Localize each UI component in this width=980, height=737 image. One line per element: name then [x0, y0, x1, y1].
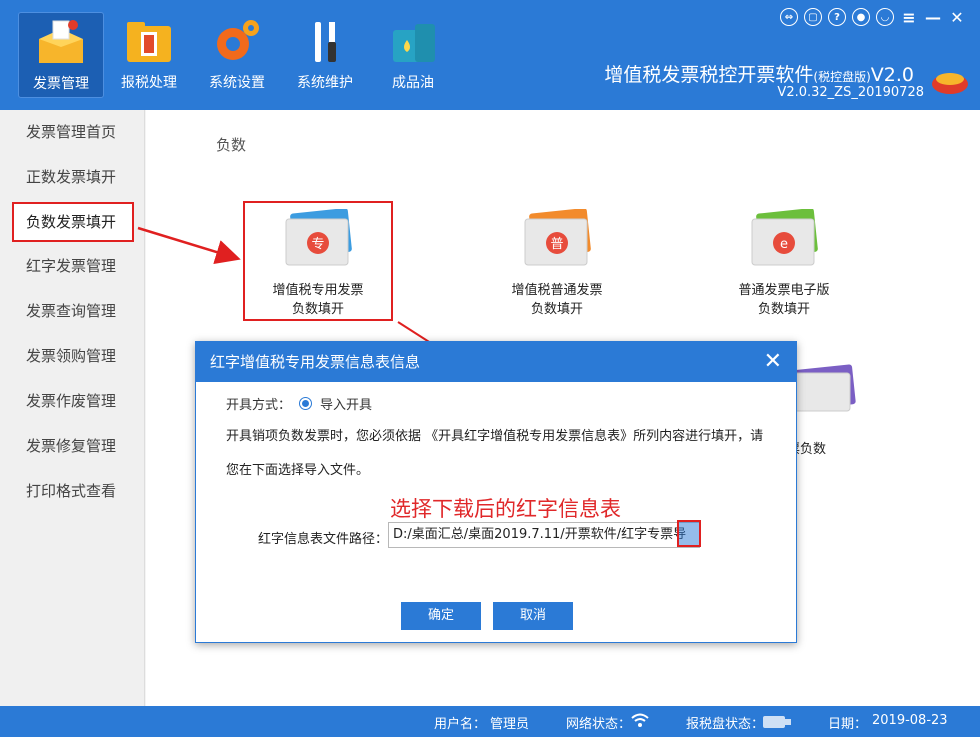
invoice-subtitle: 负数填开: [291, 302, 344, 317]
desc-line-1: 开具销项负数发票时，您必须依据 《开具红字增值税专用发票信息表》所列内容进行填开…: [226, 429, 764, 444]
app-build: V2.0.32_ZS_20190728: [777, 85, 924, 100]
sidebar-item-red-invoice[interactable]: 红字发票管理: [0, 244, 144, 289]
section-title: 负数: [216, 136, 247, 154]
sidebar-item-positive-invoice[interactable]: 正数发票填开: [0, 155, 144, 200]
electronic-negative-button[interactable]: e 普通发票电子版 负数填开: [709, 208, 859, 319]
ok-button[interactable]: 确定: [401, 602, 481, 630]
app-logo-icon: [930, 66, 970, 96]
network-label: 网络状态：: [566, 717, 632, 732]
dialog-title: 红字增值税专用发票信息表信息: [210, 353, 421, 371]
sidebar-item-invoice-purchase[interactable]: 发票领购管理: [0, 334, 144, 379]
invoice-badge: 普: [550, 237, 563, 252]
sidebar: 发票管理首页 正数发票填开 负数发票填开 红字发票管理 发票查询管理 发票领购管…: [0, 110, 145, 706]
wifi-icon: [630, 711, 650, 733]
import-radio[interactable]: [299, 397, 313, 410]
close-icon[interactable]: ✕: [764, 342, 782, 382]
path-label: 红字信息表文件路径：: [258, 532, 389, 547]
app-title: 增值税发票税控开票软件(税控盘版)V2.0: [604, 60, 914, 87]
app-edition: (税控盘版): [813, 70, 871, 84]
user-icon[interactable]: ◡: [876, 8, 894, 26]
nav-system-settings[interactable]: 系统设置: [194, 12, 280, 98]
invoice-badge: e: [780, 237, 788, 252]
invoice-subtitle: 负数填开: [530, 302, 583, 317]
app-title-main: 增值税发票税控开票软件: [604, 64, 814, 86]
oil-can-icon: [385, 16, 441, 66]
vat-general-negative-button[interactable]: 普 增值税普通发票 负数填开: [482, 208, 632, 319]
invoice-title: 增值税普通发票: [511, 283, 603, 298]
app-version-suffix: V2.0: [870, 64, 914, 86]
nav-label: 发票管理: [33, 76, 89, 92]
vat-special-negative-button[interactable]: 专 增值税专用发票 负数填开: [243, 201, 393, 321]
general-invoice-card-icon: 普: [517, 208, 597, 269]
wrench-screwdriver-icon: [297, 16, 353, 66]
date-value: 2019-08-23: [872, 713, 948, 728]
electronic-invoice-card-icon: e: [744, 208, 824, 269]
nav-label: 成品油: [392, 75, 434, 91]
copy-icon[interactable]: ▢: [804, 8, 822, 26]
top-bar: 发票管理 报税处理 系统设置 系统维护 成品油 ⇔ ▢ ? ● ◡ ≡ — ✕ …: [0, 0, 980, 110]
sidebar-item-negative-invoice[interactable]: 负数发票填开: [12, 202, 134, 242]
mode-row: 开具方式： 导入开具: [226, 394, 372, 413]
disk-label: 报税盘状态：: [686, 717, 765, 732]
special-invoice-card-icon: 专: [278, 208, 358, 269]
invoice-title: 增值税专用发票: [272, 283, 364, 298]
mode-label: 开具方式：: [226, 398, 292, 413]
menu-icon[interactable]: ≡: [900, 8, 918, 27]
purple-invoice-card-icon[interactable]: [786, 363, 866, 413]
cancel-button[interactable]: 取消: [493, 602, 573, 630]
user-name: 管理员: [490, 717, 530, 732]
switch-icon[interactable]: ⇔: [780, 8, 798, 26]
browse-highlight-box[interactable]: [677, 520, 701, 547]
nav-label: 报税处理: [121, 75, 177, 91]
nav-refined-oil[interactable]: 成品油: [370, 12, 456, 98]
dialog-description: 开具销项负数发票时，您必须依据 《开具红字增值税专用发票信息表》所列内容进行填开…: [226, 420, 776, 488]
help-icon[interactable]: ?: [828, 8, 846, 26]
invoice-title: 普通发票电子版: [738, 283, 830, 298]
window-controls: ⇔ ▢ ? ● ◡ ≡ — ✕: [780, 8, 966, 28]
sidebar-item-home[interactable]: 发票管理首页: [0, 110, 144, 155]
sidebar-item-invoice-repair[interactable]: 发票修复管理: [0, 424, 144, 469]
invoice-badge: 专: [311, 237, 324, 252]
sidebar-item-invoice-query[interactable]: 发票查询管理: [0, 289, 144, 334]
nav-tax-processing[interactable]: 报税处理: [106, 12, 192, 98]
sidebar-item-invoice-void[interactable]: 发票作废管理: [0, 379, 144, 424]
nav-system-maintenance[interactable]: 系统维护: [282, 12, 368, 98]
user-label: 用户名：: [434, 717, 487, 732]
gear-icon: [209, 16, 265, 66]
invoice-box-icon: [33, 17, 89, 67]
nav-label: 系统维护: [297, 75, 353, 91]
minimize-icon[interactable]: —: [924, 8, 942, 27]
nav-invoice-management[interactable]: 发票管理: [18, 12, 104, 98]
nav-label: 系统设置: [209, 75, 265, 91]
close-icon[interactable]: ✕: [948, 8, 966, 27]
file-path-input[interactable]: D:/桌面汇总/桌面2019.7.11/开票软件/红字专票导: [388, 522, 700, 548]
sidebar-item-print-format[interactable]: 打印格式查看: [0, 469, 144, 514]
annotation-text: 选择下载后的红字信息表: [390, 497, 621, 521]
red-letter-info-dialog: 红字增值税专用发票信息表信息 ✕ 开具方式： 导入开具 开具销项负数发票时，您必…: [195, 341, 797, 643]
lock-icon[interactable]: ●: [852, 8, 870, 26]
invoice-subtitle: 负数填开: [757, 302, 810, 317]
status-bar: 用户名： 管理员 网络状态： 报税盘状态： 日期： 2019-08-23: [0, 706, 980, 737]
mode-value: 导入开具: [320, 398, 373, 413]
date-label: 日期：: [828, 717, 868, 732]
desc-line-2: 您在下面选择导入文件。: [226, 463, 370, 478]
tax-folder-icon: [121, 16, 177, 66]
tax-disk-icon: [762, 715, 792, 733]
dialog-header: 红字增值税专用发票信息表信息 ✕: [196, 342, 796, 382]
